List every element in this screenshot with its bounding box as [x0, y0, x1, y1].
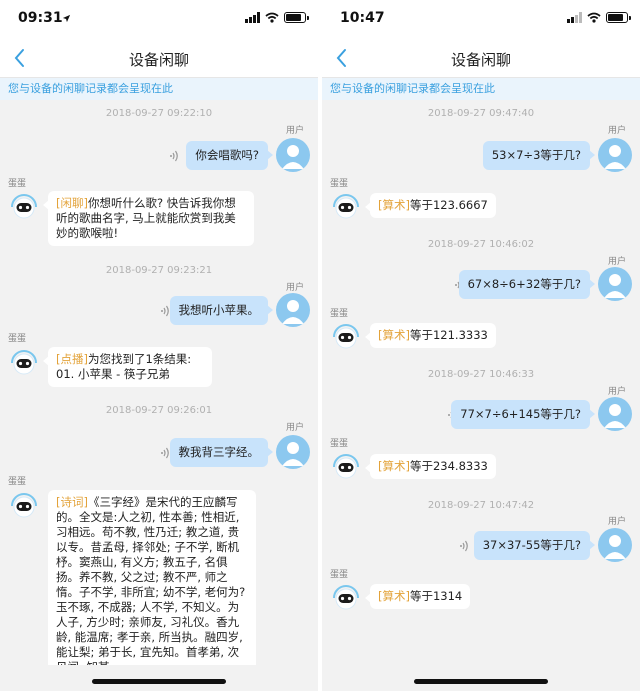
- user-message-bubble[interactable]: 77×7÷6+145等于几?: [451, 400, 595, 429]
- location-arrow-icon: [62, 14, 71, 23]
- user-avatar-icon: [276, 293, 310, 327]
- user-label: 用户: [607, 387, 626, 397]
- message-timestamp: 2018-09-27 09:47:40: [427, 108, 535, 119]
- home-indicator[interactable]: [92, 679, 226, 684]
- user-avatar-icon: [598, 138, 632, 172]
- nav-bar: 设备闲聊: [0, 38, 318, 78]
- user-label: 用户: [607, 517, 626, 527]
- robot-avatar-icon: [329, 449, 363, 483]
- screenshot-pair: 09:31 设备闲聊 您与设备的闲聊记录都会呈现在此 2018-09-27 09…: [0, 0, 640, 691]
- bot-message-text: 等于123.6667: [409, 198, 488, 212]
- notice-banner: 您与设备的闲聊记录都会呈现在此: [0, 78, 318, 100]
- voice-wave-icon[interactable]: [170, 149, 180, 163]
- user-label: 用户: [285, 283, 304, 293]
- user-label: 用户: [285, 423, 304, 433]
- bot-label: 蛋蛋: [8, 179, 27, 189]
- bot-message-bubble[interactable]: [算术]等于121.3333: [365, 323, 496, 348]
- user-message-bubble[interactable]: 教我背三字经。: [169, 438, 273, 467]
- bot-message-bubble[interactable]: [诗词]《三字经》是宋代的王应麟写的。全文是:人之初, 性本善; 性相近, 习相…: [48, 490, 256, 665]
- message-timestamp: 2018-09-27 10:47:42: [427, 500, 535, 511]
- bot-label: 蛋蛋: [330, 439, 349, 449]
- signal-bars-icon: [245, 12, 260, 23]
- robot-avatar-icon: [329, 580, 363, 614]
- message-timestamp: 2018-09-27 09:23:21: [105, 265, 213, 276]
- robot-avatar-icon: [329, 189, 363, 223]
- status-bar: 09:31: [0, 0, 318, 38]
- voice-wave-icon[interactable]: [460, 539, 470, 553]
- bot-message-tag: [闲聊]: [56, 196, 88, 210]
- bot-message-text: 等于234.8333: [409, 459, 488, 473]
- bot-label: 蛋蛋: [8, 334, 27, 344]
- robot-avatar-icon: [329, 319, 363, 353]
- user-avatar-icon: [598, 397, 632, 431]
- bot-message-bubble[interactable]: [点播]为您找到了1条结果: 01. 小苹果 - 筷子兄弟: [43, 347, 212, 387]
- user-message-bubble[interactable]: 67×8÷6+32等于几?: [458, 270, 596, 299]
- page-title: 设备闲聊: [450, 51, 511, 69]
- user-avatar-icon: [276, 435, 310, 469]
- message-timestamp: 2018-09-27 10:46:02: [427, 239, 535, 250]
- user-avatar-icon: [276, 138, 310, 172]
- bot-label: 蛋蛋: [330, 309, 349, 319]
- notice-banner: 您与设备的闲聊记录都会呈现在此: [322, 78, 640, 100]
- home-indicator[interactable]: [414, 679, 548, 684]
- message-timestamp: 2018-09-27 10:46:33: [427, 369, 535, 380]
- page-title: 设备闲聊: [128, 51, 189, 69]
- bot-message-tag: [算术]: [378, 589, 410, 603]
- battery-icon: [284, 12, 309, 23]
- robot-avatar-icon: [7, 488, 41, 522]
- bot-message-tag: [算术]: [378, 328, 410, 342]
- bot-label: 蛋蛋: [8, 477, 27, 487]
- user-message-bubble[interactable]: 37×37-55等于几?: [473, 531, 596, 560]
- status-bar: 10:47: [322, 0, 640, 38]
- nav-bar: 设备闲聊: [322, 38, 640, 78]
- bot-message-bubble[interactable]: [闲聊]你想听什么歌? 快告诉我你想听的歌曲名字, 马上就能欣赏到我美妙的歌喉啦…: [43, 191, 254, 246]
- chat-list[interactable]: 2018-09-27 09:47:40 用户 53×7÷3等于几? 蛋蛋 [算术…: [322, 100, 640, 665]
- bot-message-tag: [点播]: [56, 352, 88, 366]
- bot-label: 蛋蛋: [330, 570, 349, 580]
- robot-avatar-icon: [7, 345, 41, 379]
- user-label: 用户: [607, 126, 626, 136]
- user-avatar-icon: [598, 528, 632, 562]
- user-label: 用户: [607, 257, 626, 267]
- message-timestamp: 2018-09-27 09:22:10: [105, 108, 213, 119]
- robot-avatar-icon: [7, 189, 41, 223]
- battery-icon: [606, 12, 631, 23]
- phone-screen-left: 09:31 设备闲聊 您与设备的闲聊记录都会呈现在此 2018-09-27 09…: [0, 0, 318, 691]
- user-message-bubble[interactable]: 我想听小苹果。: [169, 296, 273, 325]
- bot-message-text: 等于1314: [409, 589, 463, 603]
- status-time: 10:47: [340, 10, 385, 26]
- bot-message-tag: [诗词]: [56, 495, 88, 509]
- phone-screen-right: 10:47 设备闲聊 您与设备的闲聊记录都会呈现在此 2018-09-27 09…: [322, 0, 640, 691]
- bot-label: 蛋蛋: [330, 179, 349, 189]
- user-message-bubble[interactable]: 你会唱歌吗?: [186, 141, 273, 170]
- user-message-bubble[interactable]: 53×7÷3等于几?: [482, 141, 596, 170]
- chat-list[interactable]: 2018-09-27 09:22:10 用户 你会唱歌吗? 蛋蛋 [闲聊]你想听…: [0, 100, 318, 665]
- user-avatar-icon: [598, 267, 632, 301]
- status-time: 09:31: [18, 10, 63, 26]
- bot-message-text: 《三字经》是宋代的王应麟写的。全文是:人之初, 性本善; 性相近, 习相远。苟不…: [56, 495, 246, 665]
- bot-message-tag: [算术]: [378, 198, 410, 212]
- wifi-icon: [587, 12, 601, 23]
- bot-message-bubble[interactable]: [算术]等于1314: [364, 584, 471, 609]
- message-timestamp: 2018-09-27 09:26:01: [105, 405, 213, 416]
- signal-bars-icon: [567, 12, 582, 23]
- bot-message-text: 等于121.3333: [409, 328, 488, 342]
- wifi-icon: [265, 12, 279, 23]
- bot-message-bubble[interactable]: [算术]等于234.8333: [365, 454, 496, 479]
- user-label: 用户: [285, 126, 304, 136]
- bot-message-bubble[interactable]: [算术]等于123.6667: [365, 193, 496, 218]
- bot-message-tag: [算术]: [378, 459, 410, 473]
